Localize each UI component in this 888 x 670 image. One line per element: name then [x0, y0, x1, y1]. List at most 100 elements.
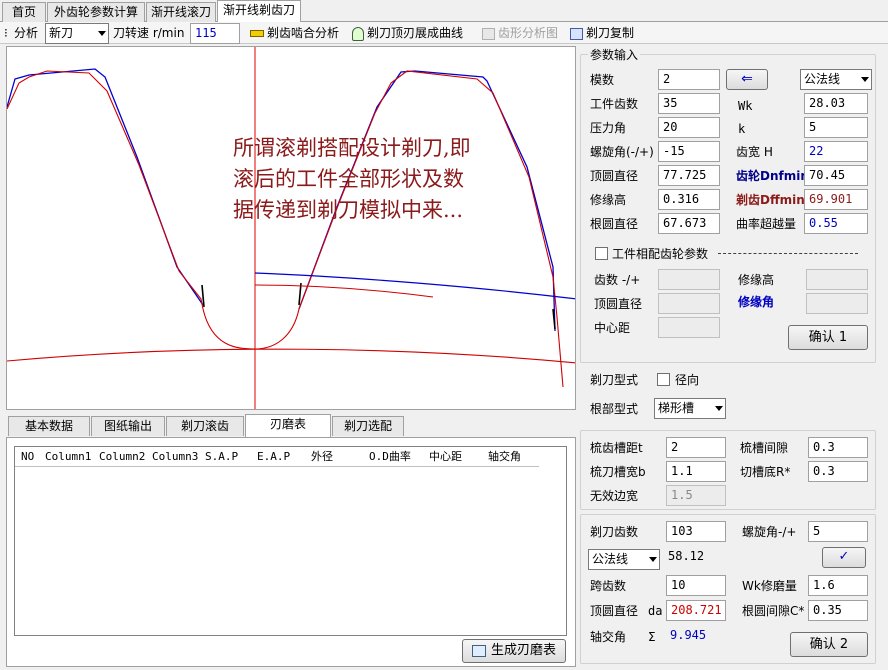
face-width-input[interactable]: 22	[804, 141, 868, 162]
helix-angle-input[interactable]: -15	[658, 141, 720, 162]
chevron-down-icon	[861, 77, 869, 82]
slot-width-input[interactable]: 1.1	[666, 461, 726, 482]
tip-diameter-input[interactable]: 77.725	[658, 165, 720, 186]
right-tooth-red-profile	[298, 70, 564, 388]
shave-dffmin-input[interactable]: 69.901	[804, 189, 868, 210]
tab-basic-data[interactable]: 基本数据	[8, 416, 90, 436]
confirm-2-button[interactable]: 确认 2	[790, 632, 868, 657]
col-eap[interactable]: E.A.P	[257, 447, 290, 467]
curvature-excess-input[interactable]: 0.55	[804, 213, 868, 234]
slot-pitch-input[interactable]: 2	[666, 437, 726, 458]
wk-grind-input[interactable]: 1.6	[808, 575, 868, 596]
check-button[interactable]: ✓	[822, 547, 866, 568]
chart-icon	[482, 27, 495, 40]
col-1[interactable]: Column1	[45, 447, 91, 467]
mating-relief-input[interactable]	[806, 269, 868, 290]
tab-shaver-selection[interactable]: 剃刀选配	[332, 416, 404, 436]
k-input[interactable]: 5	[804, 117, 868, 138]
top-tab-bar: 首页 外齿轮参数计算 渐开线滚刀 渐开线剃齿刀	[0, 0, 888, 22]
col-od[interactable]: 外径	[311, 447, 333, 467]
check-icon: ✓	[838, 549, 850, 564]
left-tooth-red-profile	[7, 70, 204, 310]
copy-button[interactable]: 剃刀复制	[570, 24, 634, 42]
back-arrow-button[interactable]: ⇐	[726, 69, 768, 90]
invalid-edge-label: 无效边宽	[590, 489, 639, 503]
da-label: da	[648, 604, 663, 618]
confirm-1-button[interactable]: 确认 1	[788, 325, 868, 350]
mating-divider	[718, 253, 858, 254]
work-teeth-input[interactable]: 35	[658, 93, 720, 114]
tab-shaver-hobbing[interactable]: 剃刀滚齿	[166, 416, 244, 436]
center-distance-label: 中心距	[594, 321, 631, 335]
cutter-tip-label: 顶圆直径	[590, 604, 639, 618]
tab-drawing-output[interactable]: 图纸输出	[91, 416, 165, 436]
tab-grinding-table[interactable]: 刃磨表	[245, 414, 331, 438]
speed-label: 刀转速 r/min	[113, 26, 185, 40]
col-od-curvature[interactable]: O.D曲率	[369, 447, 411, 467]
chevron-down-icon	[98, 31, 106, 36]
curvature-excess-label: 曲率超越量	[736, 217, 797, 231]
cutter-normal-select[interactable]: 公法线	[588, 549, 660, 570]
tab-involute-shaver[interactable]: 渐开线剃齿刀	[217, 0, 301, 22]
left-tooth-blue-profile	[7, 68, 204, 306]
tip-curve-label: 剃刀顶刃展成曲线	[367, 26, 464, 40]
cutter-helix-label: 螺旋角-/+	[742, 525, 797, 539]
mating-teeth-input[interactable]	[658, 269, 720, 290]
arrow-left-icon: ⇐	[741, 71, 753, 87]
root-type-value: 梯形槽	[658, 401, 695, 415]
module-input[interactable]: 2	[658, 69, 720, 90]
col-center-distance[interactable]: 中心距	[429, 447, 462, 467]
toolbar: ⁝ 分析 新刀 刀转速 r/min 115 剃齿啮合分析 剃刀顶刃展成曲线 齿形…	[0, 22, 888, 44]
span-teeth-input[interactable]: 10	[666, 575, 726, 596]
root-type-select[interactable]: 梯形槽	[654, 398, 726, 419]
wk-input[interactable]: 28.03	[804, 93, 868, 114]
center-distance-input[interactable]	[658, 317, 720, 338]
cutter-arc	[7, 348, 575, 364]
toolbar-grip-icon: ⁝	[4, 26, 8, 40]
col-2[interactable]: Column2	[99, 447, 145, 467]
bottom-radius-input[interactable]: 0.3	[808, 461, 868, 482]
col-sap[interactable]: S.A.P	[205, 447, 238, 467]
wk-label: Wk	[738, 99, 753, 113]
cutter-teeth-input[interactable]: 103	[666, 521, 726, 542]
root-diameter-input[interactable]: 67.673	[658, 213, 720, 234]
pressure-angle-label: 压力角	[590, 121, 627, 135]
col-no[interactable]: NO	[21, 447, 34, 467]
cutter-teeth-label: 剃刀齿数	[590, 525, 639, 539]
copy-icon	[570, 27, 583, 40]
mesh-analysis-button[interactable]: 剃齿啮合分析	[250, 24, 339, 42]
mating-angle-input[interactable]	[806, 293, 868, 314]
slot-gap-input[interactable]: 0.3	[808, 437, 868, 458]
mode-select[interactable]: 新刀	[45, 23, 109, 44]
speed-input[interactable]: 115	[190, 23, 240, 44]
tab-involute-hob[interactable]: 渐开线滚刀	[146, 2, 216, 22]
cutter-tip-input[interactable]: 208.721	[666, 600, 726, 621]
tip-relief-input[interactable]: 0.316	[658, 189, 720, 210]
mating-gear-checkbox[interactable]	[595, 247, 608, 260]
tab-home[interactable]: 首页	[2, 2, 46, 22]
helix-angle-label: 螺旋角(-/+)	[590, 145, 654, 159]
root-gap-input[interactable]: 0.35	[808, 600, 868, 621]
pressure-angle-input[interactable]: 20	[658, 117, 720, 138]
tip-curve-button[interactable]: 剃刀顶刃展成曲线	[352, 24, 463, 42]
axis-angle-label: 轴交角	[590, 630, 627, 644]
normal-type-select[interactable]: 公法线	[800, 69, 872, 90]
generate-table-button[interactable]: 生成刃磨表	[462, 639, 566, 663]
profile-canvas[interactable]: 所谓滚剃搭配设计剃刀,即滚后的工件全部形状及数据传递到剃刀模拟中来...	[6, 46, 576, 410]
gear-dnfmin-label: 齿轮Dnfmin	[736, 169, 809, 183]
tab-external-gear[interactable]: 外齿轮参数计算	[47, 2, 145, 22]
cutter-normal-input[interactable]: 58.12	[664, 547, 820, 568]
slot-width-label: 梳刀槽宽b	[590, 465, 646, 479]
radial-checkbox[interactable]	[657, 373, 670, 386]
col-3[interactable]: Column3	[152, 447, 198, 467]
grinding-table[interactable]: NO Column1 Column2 Column3 S.A.P E.A.P 外…	[14, 446, 567, 636]
col-axis-angle[interactable]: 轴交角	[488, 447, 521, 467]
profile-chart-button[interactable]: 齿形分析图	[482, 24, 558, 42]
gear-dnfmin-input[interactable]: 70.45	[804, 165, 868, 186]
bottom-radius-label: 切槽底R*	[740, 465, 791, 479]
invalid-edge-input[interactable]: 1.5	[666, 485, 726, 506]
mating-tip-input[interactable]	[658, 293, 720, 314]
chevron-down-icon	[715, 406, 723, 411]
cutter-helix-input[interactable]: 5	[808, 521, 868, 542]
wk-grind-label: Wk修磨量	[742, 579, 797, 593]
